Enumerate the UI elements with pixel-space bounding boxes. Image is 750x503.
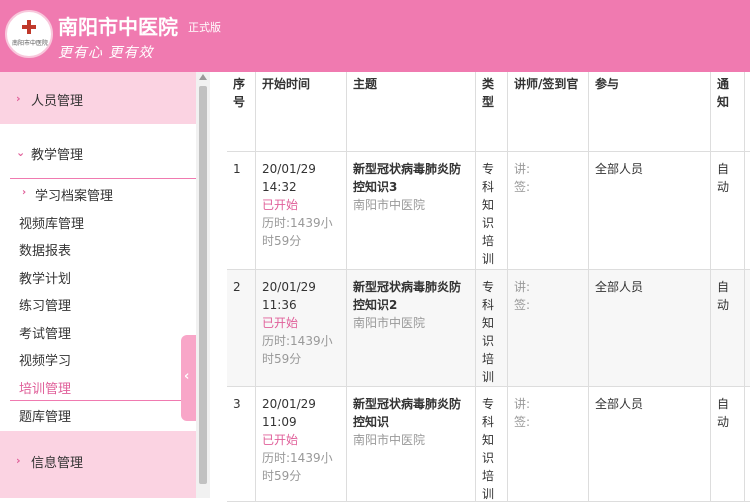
row-index: 1 xyxy=(227,152,256,269)
chevron-right-icon: › xyxy=(16,92,21,105)
col-header-topic: 主题 xyxy=(347,72,476,151)
chevron-down-icon: ⌄ xyxy=(16,146,26,159)
row-notify: 自动 xyxy=(711,270,745,386)
sidebar-item-label: 题库管理 xyxy=(19,410,72,425)
col-header-start-time: 开始时间 xyxy=(256,72,347,151)
chevron-right-icon: › xyxy=(16,454,21,467)
lecturer-label: 讲: xyxy=(514,280,531,294)
sidebar-item-label: 学习档案管理 xyxy=(35,189,114,204)
col-header-participants: 参与 xyxy=(589,72,711,151)
sidebar-item-label: 教学计划 xyxy=(19,272,72,287)
row-participants: 全部人员 xyxy=(589,270,711,386)
app-header: 南阳市中医院 南阳市中医院 正式版 更有心 更有效 xyxy=(0,0,750,72)
sidebar-item-label: 培训管理 xyxy=(19,382,72,397)
checkin-label: 签: xyxy=(514,180,531,194)
row-lecturer: 讲: 签: xyxy=(508,152,589,269)
hospital-logo: 南阳市中医院 xyxy=(5,10,53,58)
sidebar-item-label: 练习管理 xyxy=(19,299,72,314)
row-type: 专科知识培训 xyxy=(476,387,508,501)
col-header-operation: 操 xyxy=(745,72,750,151)
table-row[interactable]: 2 20/01/29 11:36 已开始 历时:1439小时59分 新型冠状病毒… xyxy=(227,270,750,387)
scroll-up-icon[interactable] xyxy=(199,74,207,80)
checkin-label: 签: xyxy=(514,298,531,312)
row-participants: 全部人员 xyxy=(589,152,711,269)
row-index: 2 xyxy=(227,270,256,386)
row-type: 专科知识培训 xyxy=(476,270,508,386)
row-operation[interactable]: 无 xyxy=(745,387,750,501)
row-operation[interactable]: 无 xyxy=(745,270,750,386)
topic-link[interactable]: 新型冠状病毒肺炎防控知识3 xyxy=(353,160,469,196)
col-header-notify: 通知 xyxy=(711,72,745,151)
lecturer-label: 讲: xyxy=(514,162,531,176)
chevron-right-icon: › xyxy=(22,187,27,198)
col-header-index: 序号 xyxy=(227,72,256,151)
row-topic: 新型冠状病毒肺炎防控知识 南阳市中医院 xyxy=(347,387,476,501)
row-notify: 自动 xyxy=(711,387,745,501)
table-header-row: 序号 开始时间 主题 类型 讲师/签到官 参与 通知 操 xyxy=(227,72,750,152)
nav-group-label: 教学管理 xyxy=(31,148,84,163)
nav-group-label: 信息管理 xyxy=(31,456,84,471)
status-text: 已开始 xyxy=(262,433,299,447)
row-start-time: 20/01/29 14:32 已开始 历时:1439小时59分 xyxy=(256,152,347,269)
start-date: 20/01/29 xyxy=(262,162,316,176)
checkin-label: 签: xyxy=(514,415,531,429)
lecturer-label: 讲: xyxy=(514,397,531,411)
duration-text: 历时:1439小时59分 xyxy=(262,334,333,366)
row-operation[interactable]: 无 xyxy=(745,152,750,269)
nav-group-label: 人员管理 xyxy=(31,94,84,109)
topic-org: 南阳市中医院 xyxy=(353,198,426,212)
duration-text: 历时:1439小时59分 xyxy=(262,451,333,483)
topic-org: 南阳市中医院 xyxy=(353,433,426,447)
row-start-time: 20/01/29 11:09 已开始 历时:1439小时59分 xyxy=(256,387,347,501)
col-header-type: 类型 xyxy=(476,72,508,151)
row-lecturer: 讲: 签: xyxy=(508,270,589,386)
divider xyxy=(10,400,196,401)
start-date: 20/01/29 xyxy=(262,280,316,294)
sidebar-collapse-button[interactable]: ‹ xyxy=(181,335,196,421)
row-index: 3 xyxy=(227,387,256,501)
topic-link[interactable]: 新型冠状病毒肺炎防控知识2 xyxy=(353,278,469,314)
duration-text: 历时:1439小时59分 xyxy=(262,216,333,248)
nav-group-teaching[interactable]: ⌄ 教学管理 xyxy=(0,130,196,178)
row-topic: 新型冠状病毒肺炎防控知识3 南阳市中医院 xyxy=(347,152,476,269)
app-title: 南阳市中医院 xyxy=(58,15,178,39)
chevron-left-icon: ‹ xyxy=(184,369,190,384)
status-text: 已开始 xyxy=(262,316,299,330)
row-lecturer: 讲: 签: xyxy=(508,387,589,501)
sidebar-item-label: 考试管理 xyxy=(19,327,72,342)
nav-group-info[interactable]: › 信息管理 xyxy=(0,431,196,498)
row-notify: 自动 xyxy=(711,152,745,269)
divider xyxy=(10,178,196,179)
row-type: 专科知识培训 xyxy=(476,152,508,269)
start-clock: 14:32 xyxy=(262,180,297,194)
start-clock: 11:09 xyxy=(262,415,297,429)
edition-badge: 正式版 xyxy=(188,21,221,34)
scrollbar-thumb[interactable] xyxy=(199,86,207,484)
slogan: 更有心 更有效 xyxy=(58,45,154,61)
start-clock: 11:36 xyxy=(262,298,297,312)
topic-link[interactable]: 新型冠状病毒肺炎防控知识 xyxy=(353,395,469,431)
sidebar-item-label: 视频库管理 xyxy=(19,217,85,232)
col-header-lecturer: 讲师/签到官 xyxy=(508,72,589,151)
table-row[interactable]: 3 20/01/29 11:09 已开始 历时:1439小时59分 新型冠状病毒… xyxy=(227,387,750,502)
logo-text: 南阳市中医院 xyxy=(11,40,48,47)
status-text: 已开始 xyxy=(262,198,299,212)
row-topic: 新型冠状病毒肺炎防控知识2 南阳市中医院 xyxy=(347,270,476,386)
cross-icon xyxy=(22,20,36,34)
start-date: 20/01/29 xyxy=(262,397,316,411)
sidebar-item-label: 视频学习 xyxy=(19,354,72,369)
sidebar-item-label: 数据报表 xyxy=(19,244,72,259)
nav-group-personnel[interactable]: › 人员管理 xyxy=(0,72,196,124)
table-row[interactable]: 1 20/01/29 14:32 已开始 历时:1439小时59分 新型冠状病毒… xyxy=(227,152,750,270)
topic-org: 南阳市中医院 xyxy=(353,316,426,330)
scrollbar[interactable] xyxy=(196,72,210,498)
row-start-time: 20/01/29 11:36 已开始 历时:1439小时59分 xyxy=(256,270,347,386)
row-participants: 全部人员 xyxy=(589,387,711,501)
sidebar: › 人员管理 ⌄ 教学管理 › 学习档案管理 视频库管理 数据报表 教学计划 练… xyxy=(0,72,196,498)
